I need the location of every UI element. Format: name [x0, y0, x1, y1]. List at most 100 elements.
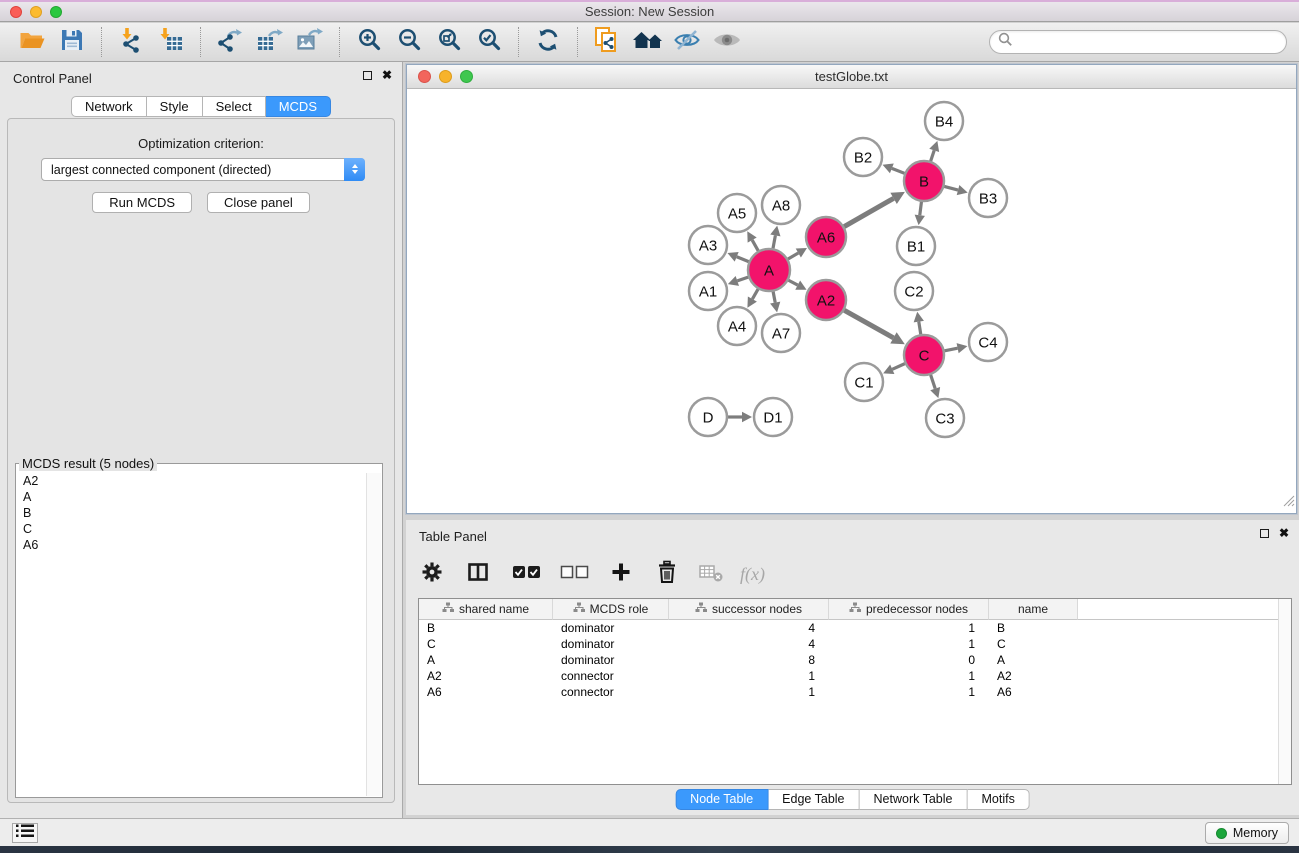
node-D1[interactable]: D1 [754, 398, 792, 436]
column-header-name[interactable]: name [989, 599, 1078, 620]
node-A4[interactable]: A4 [718, 307, 756, 345]
table-row[interactable]: A6connector11A6 [419, 684, 1291, 700]
edge-B-B2[interactable] [883, 164, 905, 174]
zoom-in-button[interactable] [353, 26, 385, 58]
column-header-predecessor-nodes[interactable]: predecessor nodes [829, 599, 989, 620]
home-view-button[interactable] [631, 26, 663, 58]
zoom-selected-button[interactable] [473, 26, 505, 58]
clone-network-button[interactable] [591, 26, 623, 58]
table-row[interactable]: Bdominator41B [419, 620, 1291, 636]
edge-A-A5[interactable] [747, 231, 758, 251]
column-header-successor-nodes[interactable]: successor nodes [669, 599, 829, 620]
close-panel-icon[interactable]: ✖ [1279, 528, 1289, 538]
node-B1[interactable]: B1 [897, 227, 935, 265]
table-tab-motifs[interactable]: Motifs [967, 789, 1029, 810]
edge-A-A7[interactable] [770, 292, 780, 313]
node-A8[interactable]: A8 [762, 186, 800, 224]
edge-C-C2[interactable] [914, 312, 924, 335]
edge-A6-B[interactable] [844, 192, 905, 227]
select-all-button[interactable] [512, 563, 542, 586]
table-row[interactable]: A2connector11A2 [419, 668, 1291, 684]
edge-B-B1[interactable] [915, 202, 925, 225]
zoom-fit-button[interactable] [433, 26, 465, 58]
open-session-button[interactable] [16, 26, 48, 58]
node-C1[interactable]: C1 [845, 363, 883, 401]
float-panel-icon[interactable] [363, 71, 372, 80]
save-session-button[interactable] [56, 26, 88, 58]
edge-A-A2[interactable] [788, 280, 806, 290]
tab-mcds[interactable]: MCDS [266, 96, 331, 117]
edge-B-B3[interactable] [944, 185, 967, 195]
node-A7[interactable]: A7 [762, 314, 800, 352]
memory-button[interactable]: Memory [1205, 822, 1289, 844]
refresh-layout-button[interactable] [532, 26, 564, 58]
export-network-button[interactable] [214, 26, 246, 58]
result-item[interactable]: A [17, 489, 365, 505]
apply-function-button[interactable]: f(x) [740, 564, 765, 585]
result-item[interactable]: C [17, 521, 365, 537]
node-C4[interactable]: C4 [969, 323, 1007, 361]
node-A6[interactable]: A6 [806, 217, 846, 257]
run-mcds-button[interactable]: Run MCDS [92, 192, 192, 213]
table-tab-network-table[interactable]: Network Table [860, 789, 968, 810]
edge-C-C3[interactable] [930, 375, 940, 398]
node-A[interactable]: A [748, 249, 790, 291]
scrollbar-track[interactable] [366, 473, 381, 796]
table-row[interactable]: Cdominator41C [419, 636, 1291, 652]
node-B2[interactable]: B2 [844, 138, 882, 176]
scrollbar-track[interactable] [1278, 599, 1291, 784]
export-table-button[interactable] [254, 26, 286, 58]
node-B4[interactable]: B4 [925, 102, 963, 140]
add-column-button[interactable] [610, 561, 632, 588]
edge-A2-C[interactable] [844, 310, 905, 344]
task-history-button[interactable] [12, 823, 38, 843]
tab-network[interactable]: Network [71, 96, 147, 117]
resize-grip-icon[interactable] [1281, 493, 1295, 512]
edge-A-A1[interactable] [728, 276, 748, 286]
column-header-MCDS-role[interactable]: MCDS role [553, 599, 669, 620]
node-A5[interactable]: A5 [718, 194, 756, 232]
table-tab-edge-table[interactable]: Edge Table [768, 789, 859, 810]
export-image-button[interactable] [294, 26, 326, 58]
delete-table-button[interactable] [698, 561, 724, 588]
show-eye-button[interactable] [711, 26, 743, 58]
edge-A-A3[interactable] [727, 252, 748, 262]
edge-A-A8[interactable] [770, 226, 780, 249]
node-A3[interactable]: A3 [689, 226, 727, 264]
search-field[interactable] [989, 30, 1287, 54]
node-C2[interactable]: C2 [895, 272, 933, 310]
column-header-shared-name[interactable]: shared name [419, 599, 553, 620]
edge-C-C1[interactable] [883, 364, 905, 374]
hide-panels-button[interactable] [671, 26, 703, 58]
table-row[interactable]: Adominator80A [419, 652, 1291, 668]
delete-column-button[interactable] [656, 560, 678, 589]
deselect-all-button[interactable] [560, 563, 590, 586]
node-B[interactable]: B [904, 161, 944, 201]
node-A2[interactable]: A2 [806, 280, 846, 320]
tab-style[interactable]: Style [147, 96, 203, 117]
edge-C-C4[interactable] [945, 343, 968, 353]
network-window-titlebar[interactable]: testGlobe.txt [407, 65, 1296, 89]
node-C3[interactable]: C3 [926, 399, 964, 437]
node-A1[interactable]: A1 [689, 272, 727, 310]
settings-gear-button[interactable] [420, 560, 444, 589]
import-table-button[interactable] [155, 26, 187, 58]
criterion-dropdown[interactable]: largest connected component (directed) [41, 158, 365, 181]
result-item[interactable]: B [17, 505, 365, 521]
table-tab-node-table[interactable]: Node Table [675, 789, 768, 810]
edge-A-A4[interactable] [747, 289, 758, 308]
result-item[interactable]: A6 [17, 537, 365, 553]
search-input[interactable] [1013, 33, 1278, 51]
close-panel-button[interactable]: Close panel [207, 192, 310, 213]
edge-B-B4[interactable] [929, 141, 939, 161]
node-B3[interactable]: B3 [969, 179, 1007, 217]
float-panel-icon[interactable] [1260, 529, 1269, 538]
network-canvas[interactable]: A A1 A2 A3 A4 A5 A6 A7 A8 B B1 B2 B3 B4 C C1 C2 C3C4 D D1 [407, 90, 1296, 514]
edge-A-A6[interactable] [788, 248, 807, 259]
result-item[interactable]: A2 [17, 473, 365, 489]
node-D[interactable]: D [689, 398, 727, 436]
node-C[interactable]: C [904, 335, 944, 375]
close-panel-icon[interactable]: ✖ [382, 70, 392, 80]
edge-D-D1[interactable] [728, 412, 752, 422]
zoom-out-button[interactable] [393, 26, 425, 58]
